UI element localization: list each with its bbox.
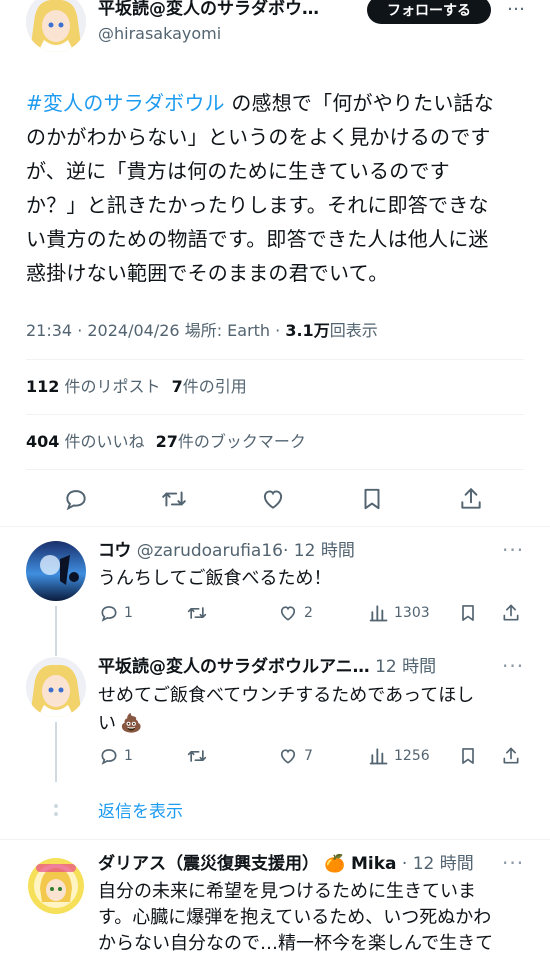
reply-icon[interactable] (62, 485, 90, 513)
more-icon[interactable]: ··· (502, 656, 524, 676)
quotes-count[interactable]: 7 (172, 377, 183, 396)
more-icon[interactable]: ··· (502, 540, 524, 560)
reply-text: 自分の未来に希望を見つけるために生きていま す。心臓に爆弾を抱えているため、いつ… (98, 879, 493, 957)
show-replies-link[interactable]: 返信を表示 (98, 800, 183, 824)
reply-text-line-2-text: い (98, 713, 116, 734)
views-count: 3.1万 (285, 321, 330, 340)
like-icon[interactable] (259, 485, 287, 513)
reply-text-line-3: からない自分なので…精一杯今を楽しんで生きて (98, 933, 494, 954)
reply-time[interactable]: · 12 時間 (283, 541, 355, 561)
like-icon[interactable] (277, 602, 299, 624)
author-avatar[interactable] (26, 0, 86, 52)
reply-time[interactable]: 12 時間 (375, 657, 436, 677)
views-icon[interactable] (368, 745, 390, 767)
follow-button[interactable]: フォローする (367, 0, 491, 24)
tweet-line-1-text: の感想で「何がやりたい話な (224, 91, 494, 115)
stats-row-likes: 404 件のいいね 27件のブックマーク (26, 431, 306, 453)
repost-icon[interactable] (186, 745, 208, 767)
divider (26, 359, 524, 360)
repost-icon[interactable] (160, 485, 188, 513)
reply-author-name[interactable]: コウ (98, 541, 131, 561)
like-icon[interactable] (277, 745, 299, 767)
view-count: 1256 (394, 748, 430, 764)
poop-emoji: 💩 (120, 713, 143, 734)
reply-header: コウ @zarudoarufia16· 12 時間 (98, 540, 355, 562)
divider (26, 469, 524, 470)
reply-text-line-1: せめてご飯食べてウンチするためであってほし (98, 685, 475, 706)
like-count: 2 (304, 605, 313, 621)
follow-button-label: フォローする (387, 3, 471, 19)
divider (0, 526, 550, 527)
hashtag-link[interactable]: #変人のサラダボウル (26, 91, 225, 115)
likes-label[interactable]: 件のいいね (65, 432, 145, 451)
bookmark-icon[interactable] (358, 485, 386, 513)
more-icon-glyph: … (507, 0, 525, 15)
reply-text-line-1: 自分の未来に希望を見つけるために生きていま (98, 881, 476, 902)
thread-line (55, 606, 57, 656)
repost-icon[interactable] (186, 602, 208, 624)
bookmark-icon[interactable] (457, 602, 479, 624)
views-icon[interactable] (368, 602, 390, 624)
share-icon[interactable] (457, 485, 485, 513)
tweet-text-line-4: か？」と訊きたかったりします。それに即答できな (26, 193, 489, 217)
author-handle[interactable]: @hirasakayomi (98, 24, 221, 44)
stats-row-reposts: 112 件のリポスト 7件の引用 (26, 376, 247, 398)
author-name[interactable]: 平坂読@変人のサラダボウ… (98, 0, 319, 20)
thread-dot (54, 812, 58, 816)
more-icon[interactable]: ··· (502, 853, 524, 873)
reply-author-name-suffix[interactable]: Mika (351, 854, 397, 874)
reply-author-name[interactable]: 平坂読@変人のサラダボウルアニ… (98, 657, 370, 677)
reply-count: 1 (124, 748, 133, 764)
share-icon[interactable] (500, 745, 522, 767)
tweet-text-line-1: #変人のサラダボウル の感想で「何がやりたい話な (26, 86, 526, 120)
reply-icon[interactable] (98, 602, 120, 624)
reposts-label[interactable]: 件のリポスト (65, 377, 161, 396)
views-label: 回表示 (329, 321, 378, 340)
bookmarks-label[interactable]: 件のブックマーク (178, 432, 306, 451)
reply-author-name[interactable]: ダリアス（震災復興支援用） (98, 854, 319, 874)
view-count: 1303 (394, 605, 430, 621)
reply-avatar[interactable] (26, 856, 86, 916)
bookmark-icon[interactable] (457, 745, 479, 767)
bookmarks-count[interactable]: 27 (156, 432, 178, 451)
tweet-meta: 21:34 · 2024/04/26 場所: Earth · 3.1万回表示 (26, 320, 378, 342)
reply-text: せめてご飯食べてウンチするためであってほし い 💩 (98, 682, 474, 738)
tweet-location: 場所: Earth · (184, 321, 281, 340)
tweet-time[interactable]: 21:34 · 2024/04/26 (26, 321, 180, 340)
thread-dot (54, 804, 58, 808)
reply-text-line-2: す。心臓に爆弾を抱えているため、いつ死ぬかわ (98, 907, 492, 928)
reply-icon[interactable] (98, 745, 120, 767)
reply-text-line-2: い 💩 (98, 710, 474, 738)
reply-count: 1 (124, 605, 133, 621)
tweet-text-line-3: が、逆に「貴方は何のために生きているのです (26, 159, 450, 183)
reply-text: うんちしてご飯食べるため！ (98, 568, 332, 589)
reply-author-handle[interactable]: @zarudoarufia16 (137, 541, 283, 561)
reply-time[interactable]: · 12 時間 (402, 854, 474, 874)
divider (0, 839, 550, 840)
reply-header: ダリアス（震災復興支援用） 🍊 Mika · 12 時間 (98, 853, 474, 875)
reply-avatar[interactable] (26, 657, 86, 717)
thread-line (55, 722, 57, 782)
tweet-text: #変人のサラダボウル の感想で「何がやりたい話な のかがわからない」というのをよ… (26, 86, 526, 290)
reposts-count[interactable]: 112 (26, 377, 59, 396)
tweet-text-line-5: い貴方のための物語です。即答できた人は他人に迷 (26, 227, 489, 251)
quotes-label[interactable]: 件の引用 (183, 377, 247, 396)
tweet-text-line-6: 惑掛けない範囲でそのままの君でいて。 (26, 261, 389, 285)
divider (26, 414, 524, 415)
likes-count[interactable]: 404 (26, 432, 59, 451)
like-count: 7 (304, 748, 313, 764)
reply-avatar[interactable] (26, 541, 86, 601)
tweet-text-line-2: のかがわからない」というのをよく見かけるのです (26, 125, 491, 149)
reply-header: 平坂読@変人のサラダボウルアニ… 12 時間 (98, 656, 436, 678)
orange-emoji: 🍊 (324, 854, 346, 874)
share-icon[interactable] (500, 602, 522, 624)
more-icon[interactable]: … (504, 0, 528, 16)
